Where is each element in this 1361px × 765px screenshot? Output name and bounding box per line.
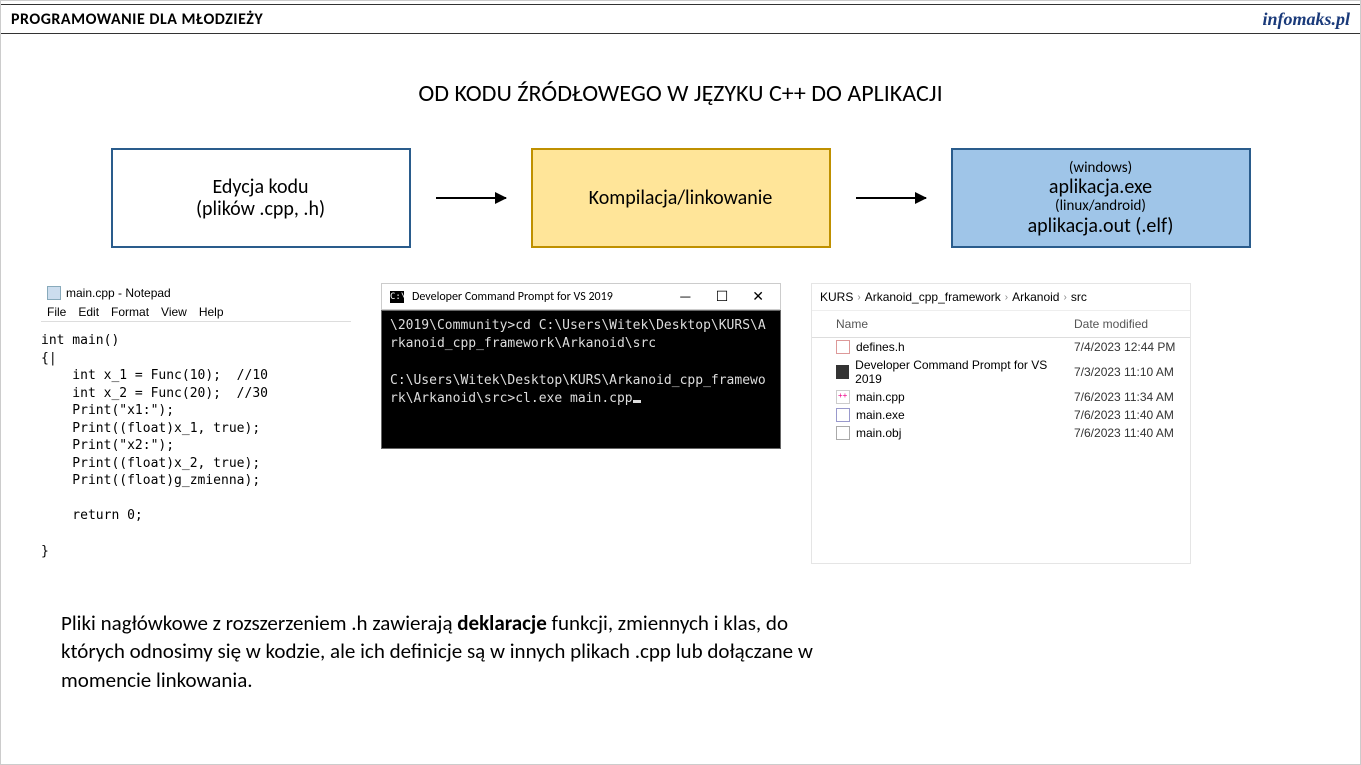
breadcrumb: KURS› Arkanoid_cpp_framework› Arkanoid› … [812,284,1190,311]
cursor-icon [633,400,641,403]
arrow-icon [856,197,926,199]
explorer-window: KURS› Arkanoid_cpp_framework› Arkanoid› … [811,283,1191,564]
chevron-right-icon: › [1063,292,1066,303]
maximize-button[interactable]: ☐ [708,288,737,305]
crumb[interactable]: src [1071,290,1087,304]
file-icon [836,390,850,404]
box-edit-line2: (plików .cpp, .h) [196,198,325,220]
footer-text: Pliki nagłówkowe z rozszerzeniem .h zawi… [1,609,901,694]
menu-help[interactable]: Help [199,305,224,319]
file-date: 7/4/2023 12:44 PM [1070,339,1190,355]
file-date: 7/6/2023 11:40 AM [1070,407,1190,423]
file-name: main.cpp [856,390,905,404]
header-bar: PROGRAMOWANIE DLA MŁODZIEŻY infomaks.pl [1,4,1360,34]
file-row[interactable]: main.exe 7/6/2023 11:40 AM [812,406,1190,424]
output-linux-label: (linux/android) [1055,198,1146,215]
file-list: defines.h7/4/2023 12:44 PMDeveloper Comm… [812,338,1190,442]
crumb[interactable]: Arkanoid_cpp_framework [865,290,1001,304]
file-icon [836,340,850,354]
menu-format[interactable]: Format [111,305,149,319]
file-row[interactable]: main.cpp 7/6/2023 11:34 AM [812,388,1190,406]
box-compile: Kompilacja/linkowanie [531,148,831,248]
flow-diagram: Edycja kodu (plików .cpp, .h) Kompilacja… [1,148,1360,248]
notepad-titlebar: main.cpp - Notepad [41,283,351,303]
crumb[interactable]: KURS [820,290,853,304]
terminal-line2: C:\Users\Witek\Desktop\KURS\Arkanoid_cpp… [390,373,766,406]
file-date: 7/6/2023 11:40 AM [1070,425,1190,441]
box-output: (windows) aplikacja.exe (linux/android) … [951,148,1251,248]
terminal-title-text: Developer Command Prompt for VS 2019 [412,290,613,304]
menu-edit[interactable]: Edit [78,305,99,319]
header-right: infomaks.pl [1262,9,1350,30]
box-edit-line1: Edycja kodu [212,176,308,198]
notepad-code: int main() {| int x_1 = Func(10); //10 i… [41,328,351,564]
file-name: main.obj [856,426,901,440]
screenshots-row: main.cpp - Notepad File Edit Format View… [1,283,1360,564]
terminal-titlebar: C:\ Developer Command Prompt for VS 2019… [381,283,781,310]
file-row[interactable]: defines.h 7/4/2023 12:44 PM [812,338,1190,356]
file-icon [836,426,850,440]
minimize-button[interactable]: — [671,288,700,305]
arrow-icon [436,197,506,199]
file-date: 7/3/2023 11:10 AM [1070,364,1190,380]
file-name: Developer Command Prompt for VS 2019 [855,358,1064,386]
output-linux-file: aplikacja.out (.elf) [1028,215,1174,237]
footer-part1: Pliki nagłówkowe z rozszerzeniem .h zawi… [61,610,457,636]
output-windows-file: aplikacja.exe [1049,176,1152,198]
file-icon [836,408,850,422]
box-edit: Edycja kodu (plików .cpp, .h) [111,148,411,248]
file-date: 7/6/2023 11:34 AM [1070,389,1190,405]
notepad-title-text: main.cpp - Notepad [66,286,171,300]
header-left: PROGRAMOWANIE DLA MŁODZIEŻY [11,10,263,29]
file-name: main.exe [856,408,905,422]
output-windows-label: (windows) [1069,160,1132,177]
chevron-right-icon: › [1005,292,1008,303]
menu-file[interactable]: File [47,305,66,319]
notepad-icon [47,286,61,300]
notepad-menu: File Edit Format View Help [41,303,351,322]
explorer-header: Name Date modified [812,311,1190,338]
menu-view[interactable]: View [161,305,187,319]
box-compile-label: Kompilacja/linkowanie [589,187,773,209]
chevron-right-icon: › [857,292,860,303]
terminal-icon: C:\ [390,291,404,303]
notepad-window: main.cpp - Notepad File Edit Format View… [41,283,351,564]
file-row[interactable]: Developer Command Prompt for VS 2019 7/3/… [812,356,1190,388]
file-row[interactable]: main.obj 7/6/2023 11:40 AM [812,424,1190,442]
column-name[interactable]: Name [812,311,1070,337]
file-name: defines.h [856,340,905,354]
terminal-body: \2019\Community>cd C:\Users\Witek\Deskto… [381,310,781,449]
close-button[interactable]: ✕ [744,288,772,305]
footer-bold: deklaracje [457,610,547,636]
crumb[interactable]: Arkanoid [1012,290,1059,304]
page-title: OD KODU ŹRÓDŁOWEGO W JĘZYKU C++ DO APLIK… [1,79,1360,108]
terminal-line1: \2019\Community>cd C:\Users\Witek\Deskto… [390,318,766,351]
file-icon [836,365,849,379]
column-date[interactable]: Date modified [1070,311,1190,337]
terminal-window: C:\ Developer Command Prompt for VS 2019… [381,283,781,564]
